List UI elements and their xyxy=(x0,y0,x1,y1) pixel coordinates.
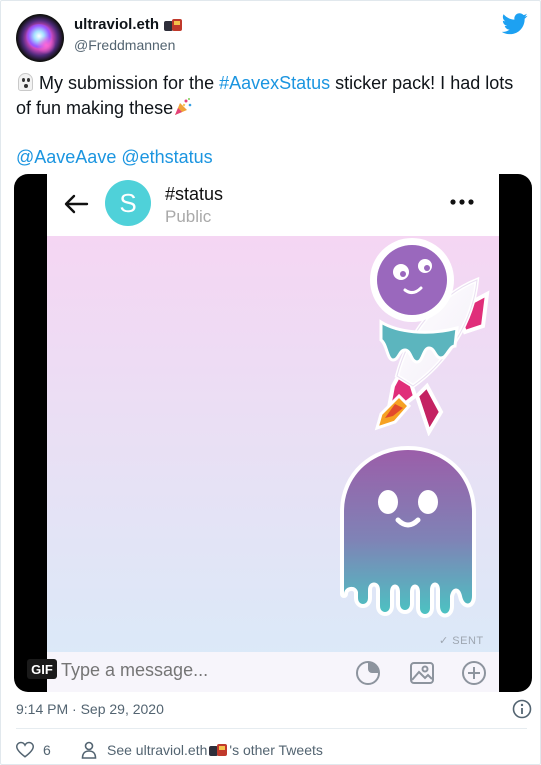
mention-ethstatus[interactable]: @ethstatus xyxy=(121,147,212,167)
message-input xyxy=(61,660,293,681)
display-name[interactable]: ultraviol.eth xyxy=(74,16,183,33)
more-options-icon xyxy=(450,199,474,205)
sent-status: ✓ SENT xyxy=(439,635,484,647)
user-handle[interactable]: @Freddmannen xyxy=(74,37,175,53)
info-icon[interactable] xyxy=(512,699,532,719)
train-icon xyxy=(164,18,183,32)
sticker-icon xyxy=(356,661,380,685)
image-icon xyxy=(410,662,434,684)
ghost-sticker xyxy=(340,446,476,618)
chat-subtitle: Public xyxy=(165,207,212,226)
chat-avatar: S xyxy=(105,180,151,226)
tweet-text: My submission for the #AavexStatus stick… xyxy=(16,71,521,121)
hashtag-link[interactable]: #AavexStatus xyxy=(219,73,330,93)
tweet-card: ultraviol.eth @Freddmannen My submission… xyxy=(0,0,541,765)
see-others-prefix: See ultraviol.eth xyxy=(107,742,208,758)
see-other-tweets-link[interactable]: See ultraviol.eth 's other Tweets xyxy=(107,742,323,758)
heart-icon[interactable] xyxy=(16,741,34,759)
divider xyxy=(16,728,527,729)
mention-aave[interactable]: @AaveAave xyxy=(16,147,116,167)
like-count: 6 xyxy=(43,742,51,758)
media-container[interactable]: S #status Public ✓ SENT Type a message..… xyxy=(14,174,532,692)
train-icon xyxy=(209,743,228,757)
see-others-suffix: 's other Tweets xyxy=(229,742,323,758)
mentions: @AaveAave @ethstatus xyxy=(16,145,213,169)
status-app-screenshot: S #status Public ✓ SENT Type a message..… xyxy=(47,174,499,692)
display-name-text: ultraviol.eth xyxy=(74,16,160,33)
ghost-emoji-icon xyxy=(16,72,34,92)
party-popper-icon xyxy=(175,98,192,115)
gif-badge: GIF xyxy=(27,659,57,679)
avatar[interactable] xyxy=(16,14,64,62)
tweet-timestamp[interactable]: 9:14 PM · Sep 29, 2020 xyxy=(16,701,164,717)
rocket-ghost-sticker xyxy=(370,238,490,436)
chat-area: ✓ SENT xyxy=(47,236,499,656)
back-arrow-icon xyxy=(64,194,89,214)
person-icon xyxy=(81,741,97,759)
tweet-text-before: My submission for the xyxy=(39,73,220,93)
add-icon xyxy=(462,661,486,685)
message-composer xyxy=(47,652,499,692)
chat-title: #status xyxy=(165,184,224,204)
twitter-bird-icon[interactable] xyxy=(502,13,528,35)
chat-header: S #status Public xyxy=(47,174,499,236)
